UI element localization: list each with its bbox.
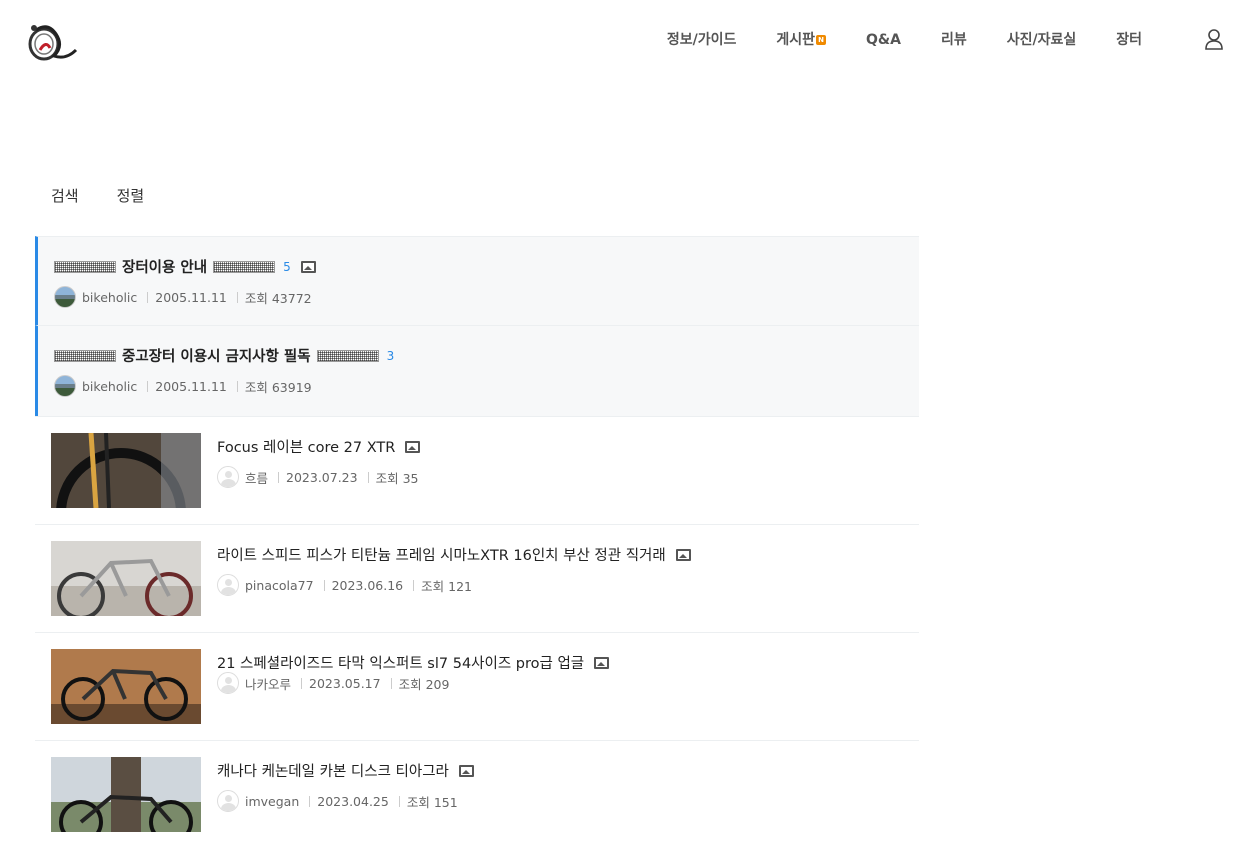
image-icon bbox=[405, 440, 421, 453]
post-meta: imvegan 2023.04.25 조회 151 bbox=[217, 790, 458, 812]
notice-title-text: 장터이용 안내 bbox=[122, 260, 208, 276]
post-title-text: 21 스페셜라이즈드 타막 익스퍼트 sl7 54사이즈 pro급 업글 bbox=[217, 656, 585, 672]
post-title[interactable]: 21 스페셜라이즈드 타막 익스퍼트 sl7 54사이즈 pro급 업글 bbox=[217, 652, 610, 673]
site-header: 정보/가이드 게시판 N Q&A 리뷰 사진/자료실 장터 bbox=[0, 0, 1238, 80]
decorative-pattern bbox=[54, 349, 116, 362]
image-icon bbox=[675, 548, 691, 561]
post-date: 2023.04.25 bbox=[317, 793, 389, 809]
post-meta: 흐름 2023.07.23 조회 35 bbox=[217, 466, 418, 488]
notice-row[interactable]: 중고장터 이용시 금지사항 필독 3 bikeholic 2005.11.11 … bbox=[35, 325, 919, 416]
avatar bbox=[54, 286, 76, 308]
image-icon bbox=[458, 764, 474, 777]
post-title[interactable]: 라이트 스피드 피스가 티탄늄 프레임 시마노XTR 16인치 부산 정관 직거… bbox=[217, 544, 691, 565]
comment-count: 3 bbox=[386, 348, 395, 363]
comment-count: 5 bbox=[283, 259, 291, 274]
avatar bbox=[217, 574, 239, 596]
view-count: 조회 121 bbox=[421, 578, 472, 594]
view-count: 조회 151 bbox=[406, 794, 458, 810]
avatar bbox=[217, 790, 239, 812]
post-date: 2023.06.16 bbox=[331, 577, 404, 593]
post-row[interactable]: Focus 레이븐 core 27 XTR 흐름 2023.07.23 조회 3… bbox=[35, 416, 919, 524]
post-title-text: Focus 레이븐 core 27 XTR bbox=[217, 440, 396, 456]
nav-item-info-guide[interactable]: 정보/가이드 bbox=[667, 30, 737, 50]
post-meta: bikeholic 2005.11.11 조회 63919 bbox=[54, 375, 312, 397]
nav-item-qna[interactable]: Q&A bbox=[866, 30, 901, 50]
image-icon bbox=[594, 656, 610, 669]
user-icon[interactable] bbox=[1204, 28, 1224, 50]
notice-title[interactable]: 중고장터 이용시 금지사항 필독 3 bbox=[54, 345, 394, 366]
view-count: 조회 35 bbox=[375, 470, 419, 486]
post-date: 2023.05.17 bbox=[309, 675, 381, 691]
notice-title-text: 중고장터 이용시 금지사항 필독 bbox=[122, 349, 311, 365]
author[interactable]: imvegan bbox=[245, 794, 299, 809]
search-button[interactable]: 검색 bbox=[51, 185, 79, 206]
post-meta: 나카오루 2023.05.17 조회 209 bbox=[217, 672, 449, 694]
notice-row[interactable]: 장터이용 안내 5 bikeholic 2005.11.11 조회 43772 bbox=[35, 236, 919, 325]
author[interactable]: pinacola77 bbox=[245, 578, 314, 593]
post-thumbnail[interactable] bbox=[51, 541, 201, 616]
post-date: 2023.07.23 bbox=[286, 469, 358, 485]
sort-button[interactable]: 정렬 bbox=[117, 185, 145, 206]
post-title-text: 캐나다 케논데일 카본 디스크 티아그라 bbox=[217, 764, 449, 780]
post-row[interactable]: 캐나다 케논데일 카본 디스크 티아그라 imvegan 2023.04.25 … bbox=[35, 740, 919, 848]
post-thumbnail[interactable] bbox=[51, 649, 201, 724]
post-row[interactable]: 라이트 스피드 피스가 티탄늄 프레임 시마노XTR 16인치 부산 정관 직거… bbox=[35, 524, 919, 632]
post-thumbnail[interactable] bbox=[51, 433, 201, 508]
nav-item-board-label: 게시판 bbox=[776, 32, 815, 48]
decorative-pattern bbox=[54, 260, 116, 273]
image-icon bbox=[300, 260, 316, 273]
view-count: 조회 63919 bbox=[244, 379, 312, 395]
nav-item-photos[interactable]: 사진/자료실 bbox=[1007, 30, 1077, 50]
avatar bbox=[217, 672, 239, 694]
post-title[interactable]: 캐나다 케논데일 카본 디스크 티아그라 bbox=[217, 760, 474, 781]
post-list: 장터이용 안내 5 bikeholic 2005.11.11 조회 43772 … bbox=[35, 236, 919, 848]
post-date: 2005.11.11 bbox=[155, 378, 227, 394]
author[interactable]: 흐름 bbox=[245, 468, 268, 487]
post-row[interactable]: 21 스페셜라이즈드 타막 익스퍼트 sl7 54사이즈 pro급 업글 나카오… bbox=[35, 632, 919, 740]
new-badge: N bbox=[816, 35, 826, 45]
post-title[interactable]: Focus 레이븐 core 27 XTR bbox=[217, 436, 421, 457]
post-meta: pinacola77 2023.06.16 조회 121 bbox=[217, 574, 472, 596]
author[interactable]: bikeholic bbox=[82, 290, 137, 305]
view-count: 조회 209 bbox=[398, 676, 450, 692]
main-nav: 정보/가이드 게시판 N Q&A 리뷰 사진/자료실 장터 bbox=[627, 30, 1142, 50]
post-thumbnail[interactable] bbox=[51, 757, 201, 832]
list-toolbar: 검색 정렬 bbox=[51, 185, 182, 206]
notice-title[interactable]: 장터이용 안내 5 bbox=[54, 256, 316, 277]
post-meta: bikeholic 2005.11.11 조회 43772 bbox=[54, 286, 312, 308]
author[interactable]: bikeholic bbox=[82, 379, 137, 394]
avatar bbox=[217, 466, 239, 488]
nav-item-review[interactable]: 리뷰 bbox=[941, 30, 967, 50]
avatar bbox=[54, 375, 76, 397]
view-count: 조회 43772 bbox=[244, 290, 312, 306]
site-logo[interactable] bbox=[26, 20, 80, 64]
author[interactable]: 나카오루 bbox=[245, 674, 291, 693]
post-date: 2005.11.11 bbox=[155, 289, 227, 305]
decorative-pattern bbox=[316, 349, 379, 362]
nav-item-board[interactable]: 게시판 N bbox=[776, 30, 826, 50]
post-title-text: 라이트 스피드 피스가 티탄늄 프레임 시마노XTR 16인치 부산 정관 직거… bbox=[217, 548, 666, 564]
nav-item-market[interactable]: 장터 bbox=[1116, 30, 1142, 50]
decorative-pattern bbox=[213, 260, 276, 273]
